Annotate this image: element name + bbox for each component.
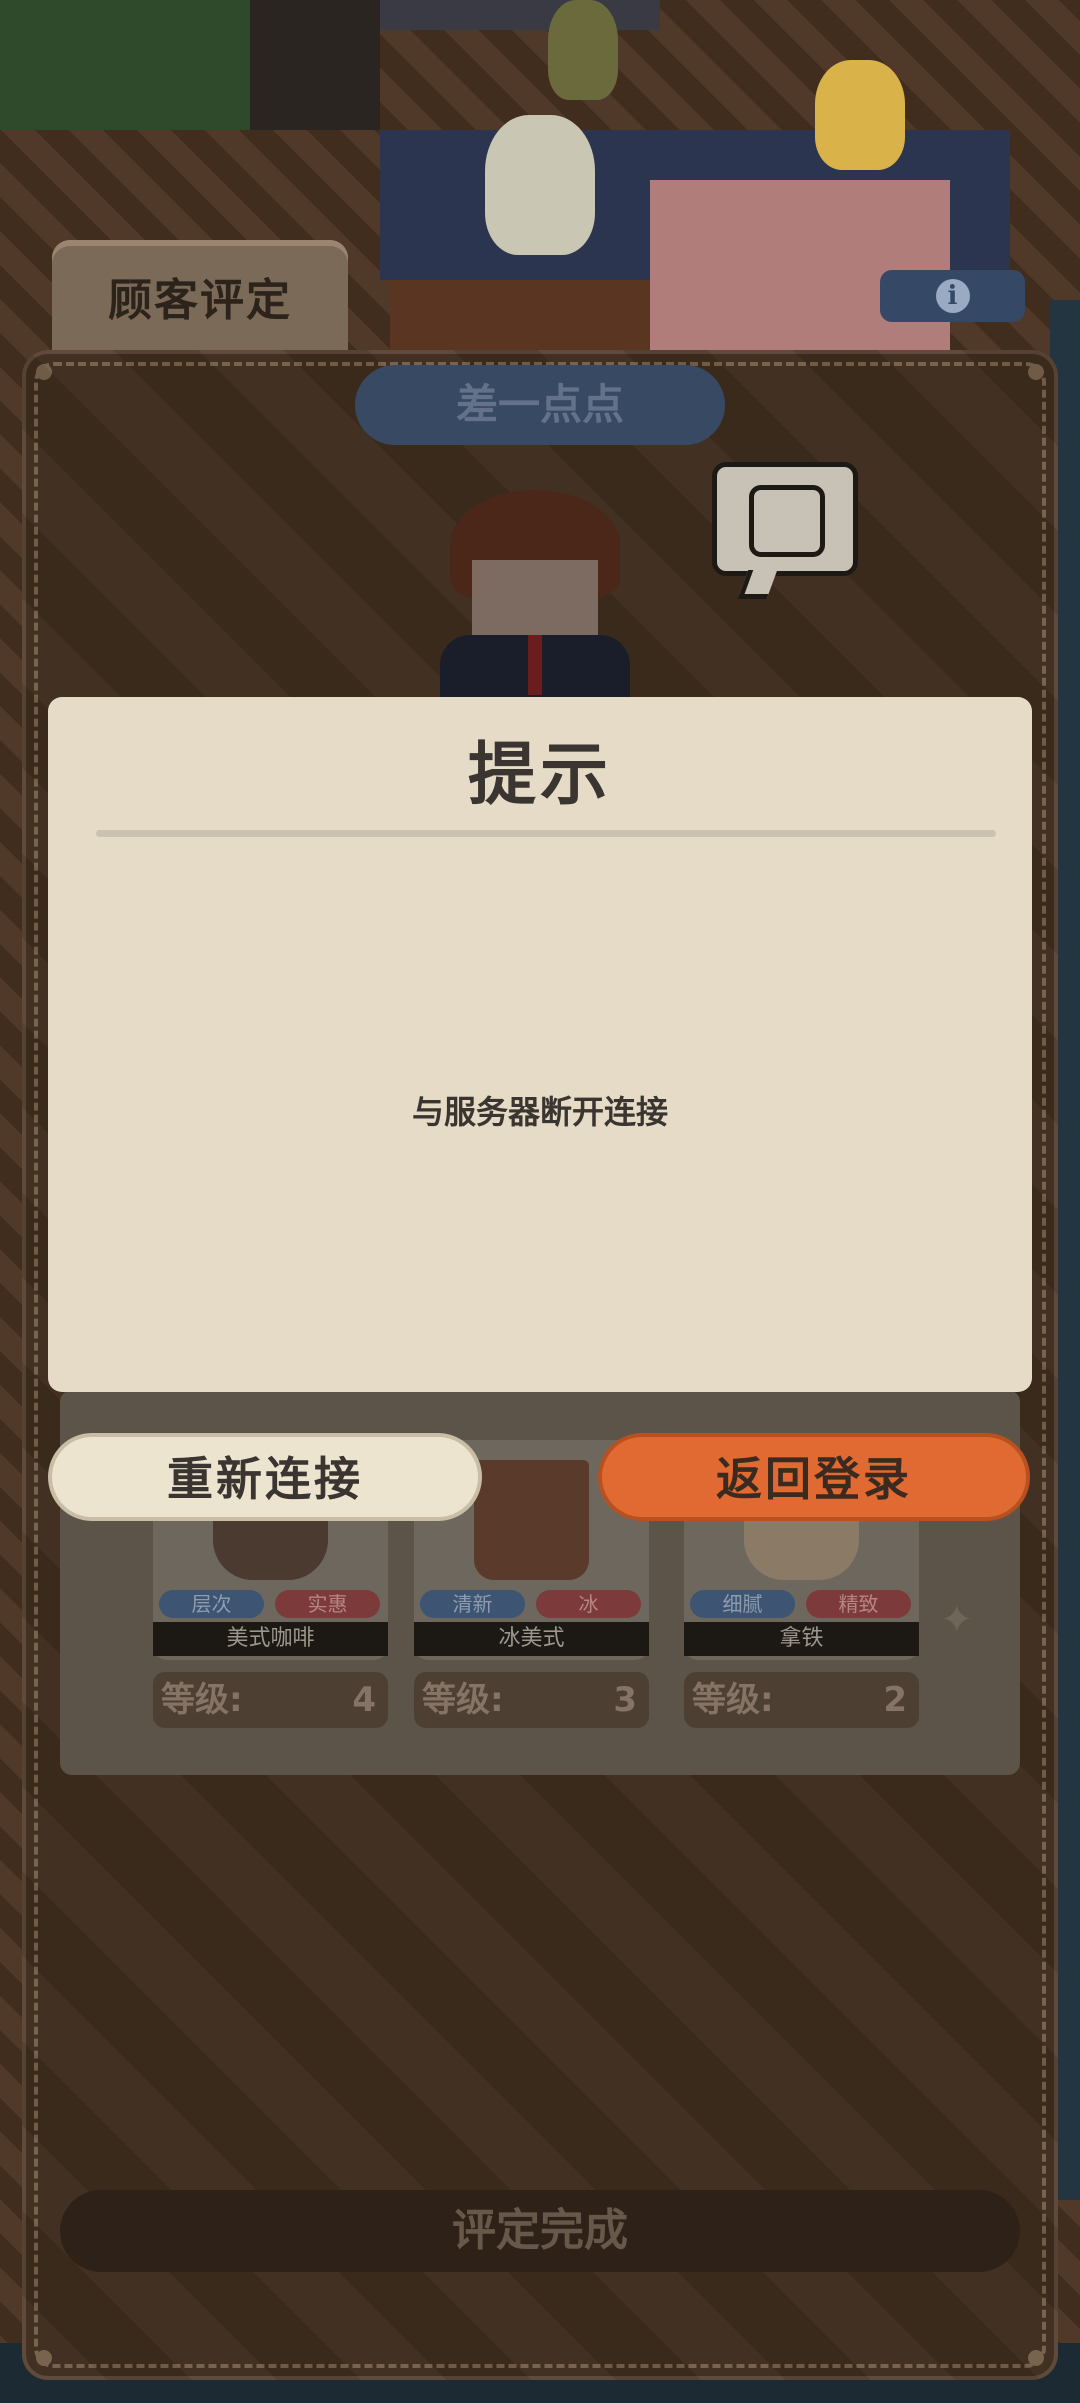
drink-tag: 细腻 [690,1590,795,1618]
drink-name: 美式咖啡 [153,1622,388,1656]
drink-name: 冰美式 [414,1622,649,1656]
dialog-divider [96,830,996,837]
disconnect-dialog: 提示 与服务器断开连接 [48,697,1032,1392]
customer-rating-tab: 顾客评定 [52,240,348,350]
npc-sprite [548,0,618,100]
dialog-message: 与服务器断开连接 [411,1093,668,1131]
level-label: 等级: [692,1680,774,1720]
customer-rating-title: 顾客评定 [108,275,292,326]
drink-level: 等级: 4 [153,1672,388,1728]
scene-counter [390,280,650,350]
level-value: 4 [352,1680,376,1720]
speech-bubble-icon [712,462,858,576]
npc-sprite [815,60,905,170]
scene-wall [250,0,380,130]
customer-face [472,560,598,640]
drink-tag: 层次 [159,1590,264,1618]
sparkle-icon: ✦ [940,1597,974,1643]
level-label: 等级: [422,1680,504,1720]
level-label: 等级: [161,1680,243,1720]
drink-tag: 冰 [536,1590,641,1618]
customer-tie [528,635,542,695]
drink-tag: 实惠 [275,1590,380,1618]
neutral-face-icon [749,485,825,557]
customer-avatar [440,490,630,705]
scene-shelf [380,0,660,30]
npc-sprite [485,115,595,255]
verdict-badge: 差一点点 [355,365,725,445]
rating-complete-button[interactable]: 评定完成 [60,2190,1020,2272]
drink-level: 等级: 3 [414,1672,649,1728]
drink-level: 等级: 2 [684,1672,919,1728]
drink-name: 拿铁 [684,1622,919,1656]
iced-coffee-icon [474,1460,589,1580]
reconnect-button[interactable]: 重新连接 [48,1433,482,1521]
back-to-login-button[interactable]: 返回登录 [598,1433,1030,1521]
drink-tag: 清新 [420,1590,525,1618]
scene-tree [0,0,250,130]
dialog-title: 提示 [467,736,612,815]
drink-tag: 精致 [806,1590,911,1618]
info-icon: i [935,279,970,313]
info-button[interactable]: i [880,270,1025,322]
level-value: 3 [613,1680,637,1720]
scene-desk [650,180,950,350]
level-value: 2 [883,1680,907,1720]
